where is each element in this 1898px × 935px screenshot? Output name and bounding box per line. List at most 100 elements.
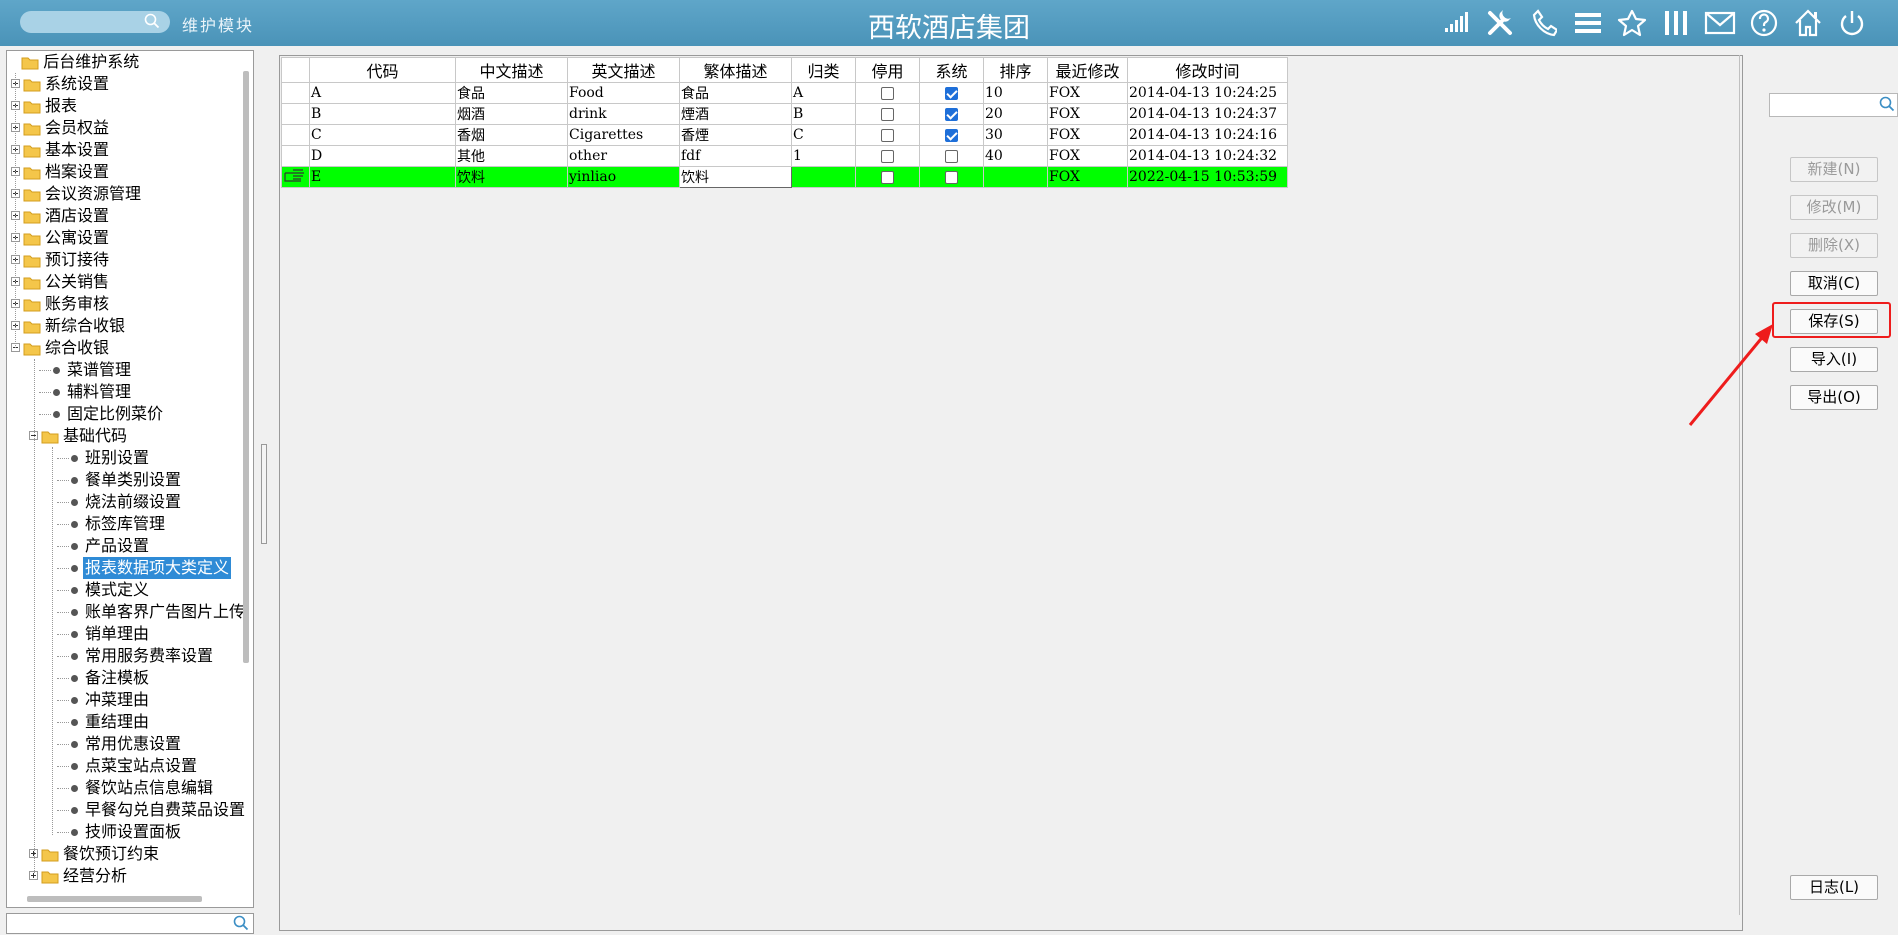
tree-item[interactable]: 产品设置 <box>7 535 247 557</box>
table-row[interactable]: D 其他 other fdf 1 40 FOX 2014-04-13 10:24:32 <box>281 145 1288 167</box>
table-row[interactable]: E 饮料 yinliao 饮料 FOX 2022-04-15 10:53:59 <box>281 166 1288 188</box>
tree-root[interactable]: 后台维护系统 <box>7 51 247 73</box>
tree-item[interactable]: 报表 <box>7 95 247 117</box>
system-checkbox[interactable] <box>919 145 984 167</box>
home-icon[interactable] <box>1790 6 1826 40</box>
power-icon[interactable] <box>1834 6 1870 40</box>
row-indicator[interactable] <box>281 103 310 125</box>
table-row[interactable]: C 香烟 Cigarettes 香煙 C 30 FOX 2014-04-13 10:24:16 <box>281 124 1288 146</box>
tree-item[interactable]: 餐单类别设置 <box>7 469 247 491</box>
tree-item[interactable]: 重结理由 <box>7 711 247 733</box>
tree-item[interactable]: 餐饮预订约束 <box>7 843 247 865</box>
tree-item[interactable]: 公寓设置 <box>7 227 247 249</box>
checkbox-icon[interactable] <box>881 149 894 163</box>
table-cell[interactable]: 食品 <box>455 82 568 104</box>
column-header[interactable]: 中文描述 <box>455 57 568 83</box>
tree-item[interactable]: 酒店设置 <box>7 205 247 227</box>
search-icon[interactable] <box>144 13 160 33</box>
cancel-button[interactable]: 取消(C) <box>1790 271 1878 296</box>
tree-item[interactable]: 综合收银 <box>7 337 247 359</box>
table-cell[interactable] <box>983 166 1048 188</box>
column-header[interactable]: 代码 <box>309 57 456 83</box>
tree-vertical-scrollbar[interactable] <box>243 71 249 663</box>
help-icon[interactable] <box>1746 6 1782 40</box>
export-button[interactable]: 导出(O) <box>1790 385 1878 410</box>
tree-item[interactable]: 餐饮站点信息编辑 <box>7 777 247 799</box>
module-search-input[interactable] <box>20 11 170 33</box>
table-cell[interactable]: Cigarettes <box>567 124 680 146</box>
tree-item[interactable]: 点菜宝站点设置 <box>7 755 247 777</box>
disabled-checkbox[interactable] <box>855 145 920 167</box>
tree-item[interactable]: 标签库管理 <box>7 513 247 535</box>
table-cell[interactable]: 煙酒 <box>679 103 792 125</box>
table-cell[interactable]: yinliao <box>567 166 680 188</box>
table-row[interactable]: B 烟酒 drink 煙酒 B 20 FOX 2014-04-13 10:24:37 <box>281 103 1288 125</box>
table-cell[interactable]: 2014-04-13 10:24:25 <box>1127 82 1288 104</box>
tree-item[interactable]: 技师设置面板 <box>7 821 247 843</box>
table-cell[interactable]: FOX <box>1047 103 1128 125</box>
columns-icon[interactable] <box>1658 6 1694 40</box>
table-cell[interactable]: B <box>791 103 856 125</box>
save-button[interactable]: 保存(S) <box>1790 309 1878 334</box>
table-cell[interactable]: FOX <box>1047 82 1128 104</box>
tree-item[interactable]: 基本设置 <box>7 139 247 161</box>
system-checkbox[interactable] <box>919 82 984 104</box>
column-header[interactable]: 繁体描述 <box>679 57 792 83</box>
table-cell[interactable]: 2022-04-15 10:53:59 <box>1127 166 1288 188</box>
import-button[interactable]: 导入(I) <box>1790 347 1878 372</box>
delete-button[interactable]: 删除(X) <box>1790 233 1878 258</box>
table-cell[interactable]: Food <box>567 82 680 104</box>
table-cell[interactable]: FOX <box>1047 166 1128 188</box>
table-cell[interactable]: other <box>567 145 680 167</box>
table-cell[interactable]: 1 <box>791 145 856 167</box>
table-cell[interactable]: 20 <box>983 103 1048 125</box>
edit-button[interactable]: 修改(M) <box>1790 195 1878 220</box>
tree-item[interactable]: 系统设置 <box>7 73 247 95</box>
tree-search-input[interactable] <box>6 913 254 934</box>
table-cell[interactable]: FOX <box>1047 124 1128 146</box>
table-cell[interactable]: A <box>309 82 456 104</box>
column-header[interactable]: 修改时间 <box>1127 57 1288 83</box>
disabled-checkbox[interactable] <box>855 166 920 188</box>
column-header[interactable]: 英文描述 <box>567 57 680 83</box>
disabled-checkbox[interactable] <box>855 124 920 146</box>
table-cell[interactable]: 食品 <box>679 82 792 104</box>
tree-item[interactable]: 档案设置 <box>7 161 247 183</box>
table-cell[interactable]: 烟酒 <box>455 103 568 125</box>
tree-item[interactable]: 账务审核 <box>7 293 247 315</box>
table-cell[interactable]: 2014-04-13 10:24:16 <box>1127 124 1288 146</box>
row-indicator[interactable] <box>281 145 310 167</box>
tree-item[interactable]: 常用优惠设置 <box>7 733 247 755</box>
signal-icon[interactable] <box>1438 6 1474 40</box>
log-button[interactable]: 日志(L) <box>1790 875 1878 900</box>
table-cell[interactable]: 10 <box>983 82 1048 104</box>
tree-item[interactable]: 固定比例菜价 <box>7 403 247 425</box>
checkbox-icon[interactable] <box>881 86 894 100</box>
table-cell[interactable]: C <box>309 124 456 146</box>
column-header[interactable]: 停用 <box>855 57 920 83</box>
table-cell[interactable]: 饮料 <box>455 166 568 188</box>
column-header[interactable]: 系统 <box>919 57 984 83</box>
row-indicator[interactable] <box>281 124 310 146</box>
table-cell[interactable]: 饮料 <box>679 166 792 188</box>
checkbox-icon[interactable] <box>945 149 958 163</box>
table-cell[interactable]: E <box>309 166 456 188</box>
table-cell[interactable]: D <box>309 145 456 167</box>
star-icon[interactable] <box>1614 6 1650 40</box>
table-cell[interactable]: drink <box>567 103 680 125</box>
tree-item[interactable]: 常用服务费率设置 <box>7 645 247 667</box>
table-cell[interactable]: 40 <box>983 145 1048 167</box>
tree-item[interactable]: 班别设置 <box>7 447 247 469</box>
tree-item[interactable]: 会议资源管理 <box>7 183 247 205</box>
table-cell[interactable]: 30 <box>983 124 1048 146</box>
table-cell[interactable]: fdf <box>679 145 792 167</box>
checkbox-icon[interactable] <box>881 107 894 121</box>
tree-item[interactable]: 预订接待 <box>7 249 247 271</box>
tree-item[interactable]: 经营分析 <box>7 865 247 887</box>
table-cell[interactable]: B <box>309 103 456 125</box>
row-indicator[interactable] <box>281 166 310 188</box>
tree-item[interactable]: 基础代码 <box>7 425 247 447</box>
grid-search-input[interactable] <box>1769 93 1898 117</box>
table-cell[interactable]: A <box>791 82 856 104</box>
phone-icon[interactable] <box>1526 6 1562 40</box>
